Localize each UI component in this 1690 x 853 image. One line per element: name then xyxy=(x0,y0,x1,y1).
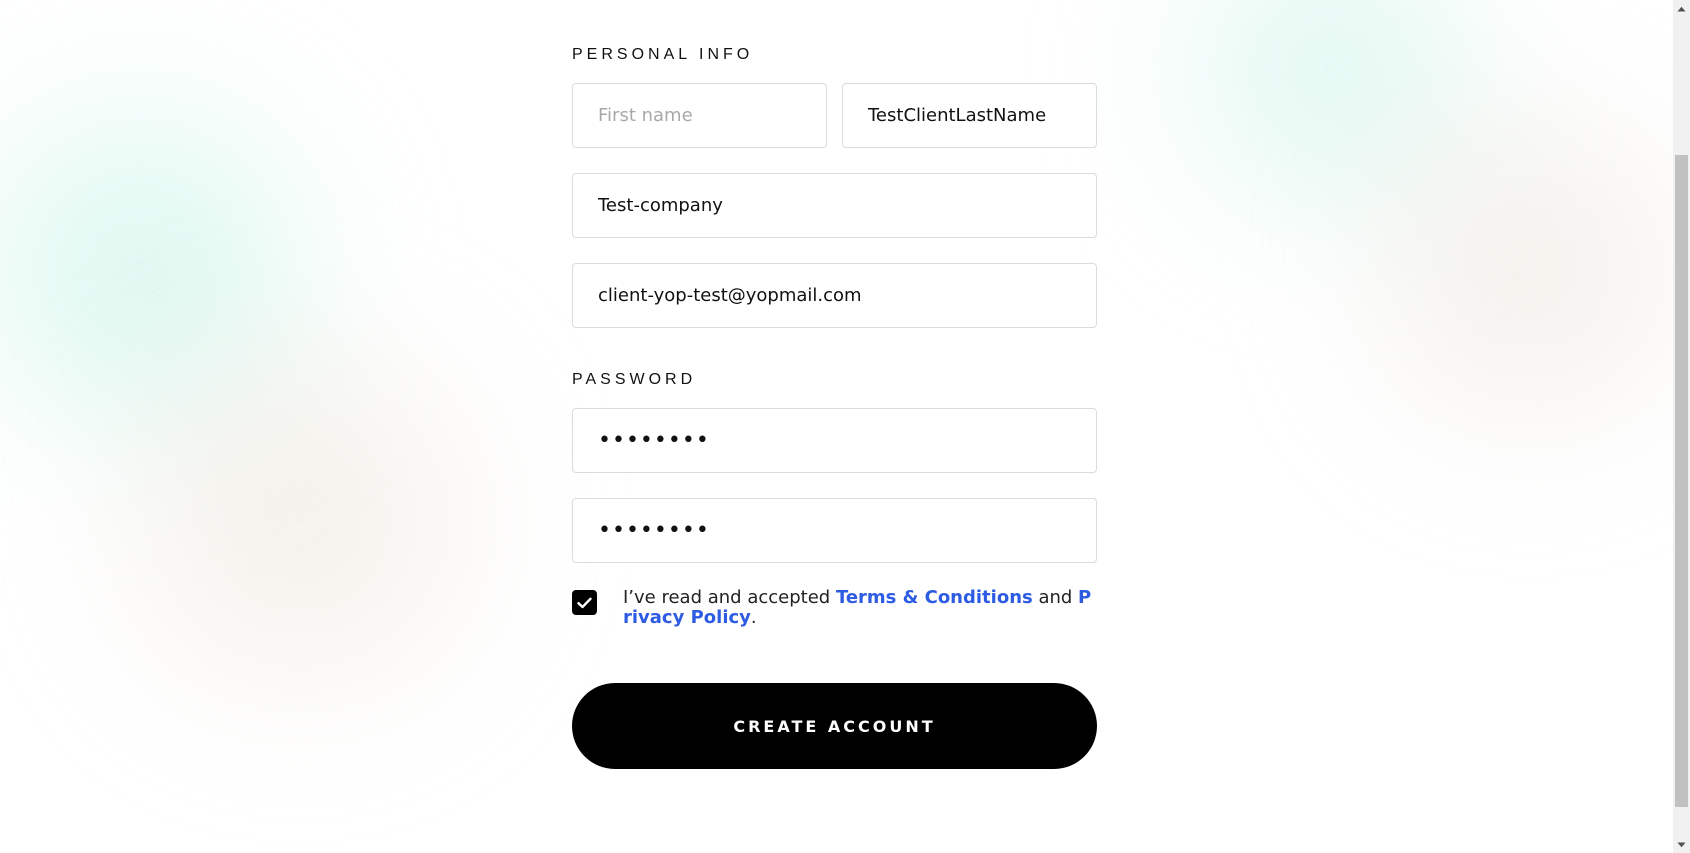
terms-conditions-link[interactable]: Terms & Conditions xyxy=(836,587,1033,608)
vertical-scrollbar[interactable] xyxy=(1673,0,1690,853)
confirm-password-field-container xyxy=(572,498,1097,563)
checkmark-icon xyxy=(577,597,592,608)
terms-checkbox[interactable] xyxy=(572,590,597,615)
password-field-container xyxy=(572,408,1097,473)
first-name-input[interactable] xyxy=(573,84,826,147)
last-name-field-container xyxy=(842,83,1097,148)
company-field-container xyxy=(572,173,1097,238)
password-heading: PASSWORD xyxy=(572,371,697,388)
terms-prefix: I’ve read and accepted xyxy=(623,587,836,608)
password-input[interactable] xyxy=(573,409,1096,472)
page: PERSONAL INFO PASSWORD I’ve read xyxy=(0,0,1690,853)
email-input[interactable] xyxy=(573,264,1096,327)
background-blob xyxy=(1100,0,1560,260)
company-input[interactable] xyxy=(573,174,1096,237)
terms-suffix: . xyxy=(750,607,757,628)
last-name-input[interactable] xyxy=(843,84,1096,147)
email-field-container xyxy=(572,263,1097,328)
background-blob xyxy=(1300,60,1690,480)
terms-middle: and xyxy=(1032,587,1079,608)
first-name-field-container xyxy=(572,83,827,148)
background-blob xyxy=(0,60,400,480)
confirm-password-input[interactable] xyxy=(573,499,1096,562)
scroll-down-arrow-icon[interactable] xyxy=(1673,836,1690,853)
terms-text: I’ve read and accepted Terms & Condition… xyxy=(623,588,1097,628)
create-account-button[interactable]: CREATE ACCOUNT xyxy=(572,683,1097,769)
scrollbar-thumb[interactable] xyxy=(1675,155,1688,807)
scroll-up-arrow-icon[interactable] xyxy=(1673,0,1690,17)
personal-info-heading: PERSONAL INFO xyxy=(572,46,754,63)
background-blob xyxy=(40,300,560,740)
